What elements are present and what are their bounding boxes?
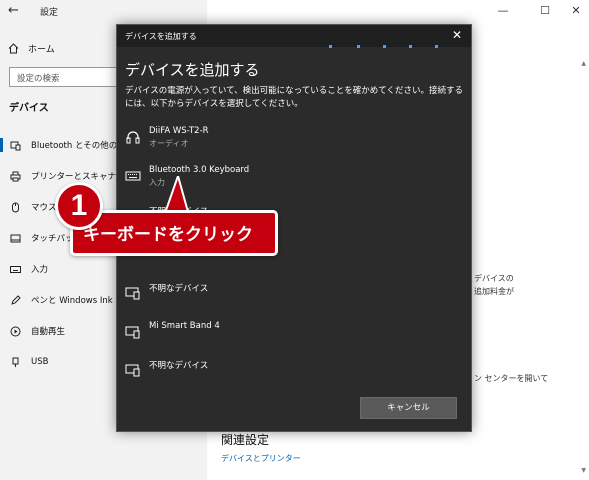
dialog-title: デバイスを追加する xyxy=(125,32,197,41)
device-name: Bluetooth 3.0 Keyboard xyxy=(149,165,250,175)
progress-dot xyxy=(357,45,360,48)
nav-item-label: USB xyxy=(31,357,49,367)
nav-item-autoplay[interactable]: 自動再生 xyxy=(10,323,65,339)
keyboard-icon xyxy=(10,264,21,275)
device-item-unknown[interactable]: 不明なデバイス xyxy=(125,358,455,384)
device-name: 不明なデバイス xyxy=(149,284,209,294)
related-settings-heading: 関連設定 xyxy=(221,433,270,447)
nav-item-label: Bluetooth とその他のデ xyxy=(31,141,126,151)
content-text-fragment: デバイスの xyxy=(474,274,514,283)
nav-item-label: 入力 xyxy=(31,265,49,275)
device-type: オーディオ xyxy=(149,139,189,148)
nav-item-usb[interactable]: USB xyxy=(10,354,48,370)
progress-dot xyxy=(435,45,438,48)
dialog-titlebar: デバイスを追加する ✕ xyxy=(117,25,471,47)
progress-dots xyxy=(117,45,471,49)
nav-item-label: 自動再生 xyxy=(31,327,66,337)
autoplay-icon xyxy=(10,326,21,337)
section-heading: デバイス xyxy=(9,103,49,114)
keyboard-icon xyxy=(125,171,141,181)
instruction-callout: キーボードをクリック xyxy=(70,210,278,256)
nav-item-bluetooth[interactable]: Bluetooth とその他のデ xyxy=(10,137,126,153)
settings-titlebar: ← 設定 — ☐ ✕ xyxy=(0,0,589,22)
progress-dot xyxy=(329,45,332,48)
dialog-close-button[interactable]: ✕ xyxy=(452,28,462,42)
step-number-badge: 1 xyxy=(55,182,103,230)
nav-item-printers[interactable]: プリンターとスキャナー xyxy=(10,168,125,184)
back-arrow-icon[interactable]: ← xyxy=(8,3,19,18)
unknown-device-icon xyxy=(125,287,140,300)
devices-and-printers-link[interactable]: デバイスとプリンター xyxy=(221,453,301,464)
nav-item-label: ペンと Windows Ink xyxy=(31,296,113,306)
dialog-description: デバイスの電源が入っていて、検出可能になっていることを確かめてください。接続する… xyxy=(125,86,463,109)
progress-dot xyxy=(383,45,386,48)
scroll-up-icon[interactable]: ▲ xyxy=(581,60,586,67)
home-label: ホーム xyxy=(28,44,55,55)
device-name: DiiFA WS-T2-R xyxy=(149,126,209,136)
close-window-button[interactable]: ✕ xyxy=(563,2,589,20)
app-title: 設定 xyxy=(40,8,59,18)
usb-icon xyxy=(10,357,21,368)
device-item-unknown[interactable]: 不明なデバイス xyxy=(125,281,455,307)
dialog-heading: デバイスを追加する xyxy=(125,61,260,79)
home-icon xyxy=(8,42,19,53)
nav-item-label: マウス xyxy=(31,203,57,213)
device-name: Mi Smart Band 4 xyxy=(149,321,220,331)
nav-item-label: プリンターとスキャナー xyxy=(31,172,125,182)
mouse-icon xyxy=(10,202,21,213)
content-text-fragment: 追加料金が xyxy=(474,287,514,296)
nav-item-mouse[interactable]: マウス xyxy=(10,199,57,215)
content-text-fragment: ン センターを開いて xyxy=(474,374,549,383)
cancel-button[interactable]: キャンセル xyxy=(360,397,457,419)
nav-item-typing[interactable]: 入力 xyxy=(10,261,48,277)
scroll-down-icon[interactable]: ▼ xyxy=(581,467,586,474)
device-name: 不明なデバイス xyxy=(149,361,209,371)
bluetooth-devices-icon xyxy=(10,140,21,151)
touchpad-icon xyxy=(10,233,21,244)
progress-dot xyxy=(409,45,412,48)
device-item-mi-smart-band[interactable]: Mi Smart Band 4 xyxy=(125,320,455,346)
scrollbar[interactable] xyxy=(577,55,589,480)
unknown-device-icon xyxy=(125,364,140,377)
maximize-button[interactable]: ☐ xyxy=(532,2,558,20)
minimize-button[interactable]: — xyxy=(490,2,516,20)
nav-item-pen[interactable]: ペンと Windows Ink xyxy=(10,292,113,308)
pen-icon xyxy=(10,294,21,306)
home-link[interactable]: ホーム xyxy=(8,40,55,56)
unknown-device-icon xyxy=(125,326,140,339)
printer-icon xyxy=(10,171,21,182)
device-item-headset[interactable]: DiiFA WS-T2-R オーディオ xyxy=(125,125,455,151)
callout-text: キーボードをクリック xyxy=(83,225,253,245)
active-indicator xyxy=(0,138,3,152)
headset-icon xyxy=(126,131,140,144)
